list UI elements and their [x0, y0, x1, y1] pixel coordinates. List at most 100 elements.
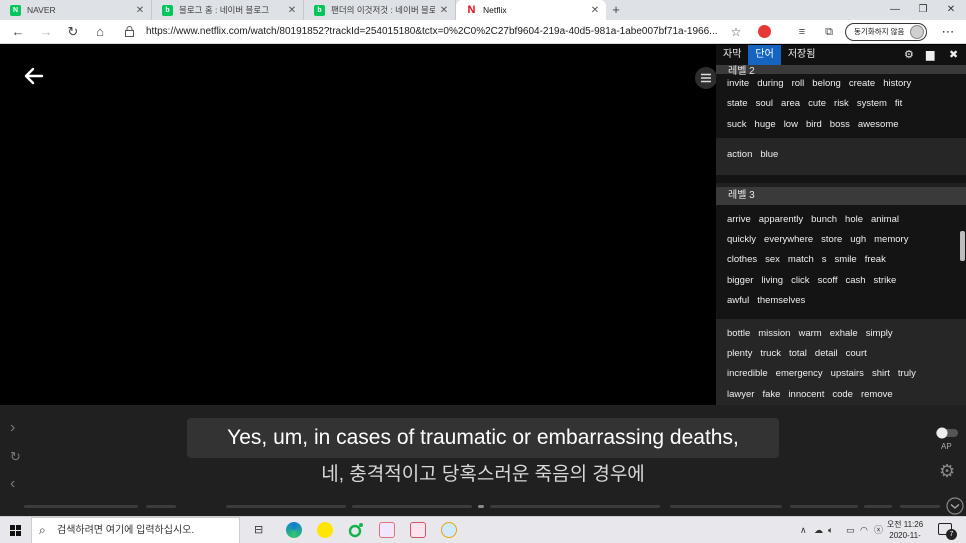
timeline-segment[interactable] [226, 505, 346, 508]
timeline-current-marker[interactable] [478, 505, 484, 508]
word[interactable]: low [784, 119, 798, 130]
word[interactable]: boss [830, 119, 850, 130]
extension-icon[interactable] [758, 25, 771, 38]
close-tab-icon[interactable]: ✕ [590, 5, 600, 16]
timeline-segment[interactable] [900, 505, 940, 508]
word[interactable]: truck [760, 348, 781, 359]
close-window-icon[interactable]: ✕ [936, 0, 966, 20]
word[interactable]: cute [808, 98, 826, 109]
word[interactable]: smile [835, 254, 857, 265]
word[interactable]: belong [812, 78, 841, 89]
word[interactable]: innocent [788, 389, 824, 400]
taskbar-search-box[interactable]: ⌕ 검색하려면 여기에 입력하십시오. [31, 517, 240, 543]
tab-netflix[interactable]: N Netflix ✕ [456, 0, 606, 20]
word[interactable]: exhale [830, 328, 858, 339]
word[interactable]: area [781, 98, 800, 109]
word[interactable]: living [761, 275, 783, 286]
word[interactable]: create [849, 78, 875, 89]
close-panel-icon[interactable]: ✖ [949, 45, 958, 65]
kakaotalk-icon[interactable] [317, 522, 333, 538]
more-icon[interactable]: ⋯ [938, 20, 958, 44]
word[interactable]: bird [806, 119, 822, 130]
settings-gear-icon[interactable]: ⚙ [939, 461, 955, 482]
timeline-segment[interactable] [790, 505, 858, 508]
word[interactable]: code [832, 389, 853, 400]
tab-panda-blog[interactable]: b 팬더의 이것저것 : 네이버 블로그 ✕ [304, 0, 456, 20]
word[interactable]: strike [874, 275, 897, 286]
word[interactable]: quickly [727, 234, 756, 245]
word[interactable]: awful [727, 295, 749, 306]
battery-icon[interactable]: ▭ [846, 517, 855, 543]
expand-chevron-icon[interactable] [946, 497, 964, 515]
close-tab-icon[interactable]: ✕ [439, 5, 449, 16]
volume-icon[interactable]: 🔈︎ [828, 517, 833, 543]
word[interactable]: huge [755, 119, 776, 130]
timeline-segment[interactable] [24, 505, 138, 508]
word[interactable]: bigger [727, 275, 753, 286]
word[interactable]: themselves [757, 295, 805, 306]
word[interactable]: detail [815, 348, 838, 359]
tray-chevron-icon[interactable]: ∧ [800, 517, 807, 543]
word[interactable]: bottle [727, 328, 750, 339]
word[interactable]: blue [760, 149, 778, 160]
word[interactable]: action [727, 149, 752, 160]
word[interactable]: risk [834, 98, 849, 109]
word[interactable]: awesome [858, 119, 899, 130]
word[interactable]: click [791, 275, 809, 286]
panel-scrollbar[interactable] [960, 231, 965, 261]
tab-naver[interactable]: N NAVER ✕ [0, 0, 152, 20]
timeline-segment[interactable] [146, 505, 176, 508]
word[interactable]: soul [756, 98, 773, 109]
word[interactable]: shirt [872, 368, 890, 379]
word[interactable]: lawyer [727, 389, 754, 400]
edge-icon[interactable] [286, 522, 302, 538]
word[interactable]: simply [866, 328, 893, 339]
tab-subtitles[interactable]: 자막 [716, 45, 748, 65]
word[interactable]: apparently [759, 214, 803, 225]
maximize-icon[interactable]: ❐ [908, 0, 938, 20]
minimize-icon[interactable]: — [880, 0, 910, 20]
repeat-icon[interactable]: ↻ [10, 449, 21, 465]
taskbar-clock[interactable]: 오전 11:26 2020-11-08 [885, 519, 925, 543]
word[interactable]: during [757, 78, 783, 89]
previous-chevron-icon[interactable]: ‹ [10, 475, 15, 493]
tab-blog-home[interactable]: b 블로그 홈 : 네이버 블로그 ✕ [152, 0, 304, 20]
back-icon[interactable]: ← [8, 20, 28, 44]
timeline-segment[interactable] [670, 505, 782, 508]
word[interactable]: suck [727, 119, 747, 130]
word[interactable]: cash [845, 275, 865, 286]
word[interactable]: plenty [727, 348, 752, 359]
tab-words[interactable]: 단어 [748, 45, 781, 65]
word[interactable]: truly [898, 368, 916, 379]
word[interactable]: emergency [776, 368, 823, 379]
korean-subtitle[interactable]: 네, 충격적이고 당혹스러운 죽음의 경우에 [187, 462, 779, 488]
next-chevron-icon[interactable]: › [10, 419, 15, 437]
wifi-icon[interactable]: ◠ [860, 517, 868, 543]
onedrive-icon[interactable]: ☁ [814, 517, 823, 543]
back-arrow-icon[interactable] [24, 67, 44, 85]
favorites-list-icon[interactable]: ≡ [792, 20, 812, 44]
snip-tool-icon[interactable] [410, 522, 426, 538]
word[interactable]: incredible [727, 368, 768, 379]
word[interactable]: scoff [818, 275, 838, 286]
word[interactable]: animal [871, 214, 899, 225]
hamburger-menu-icon[interactable] [695, 67, 717, 89]
word[interactable]: sex [765, 254, 780, 265]
close-tab-icon[interactable]: ✕ [135, 5, 145, 16]
word[interactable]: bunch [811, 214, 837, 225]
word[interactable]: roll [792, 78, 805, 89]
word[interactable]: memory [874, 234, 908, 245]
word[interactable]: freak [865, 254, 886, 265]
timeline-segment[interactable] [352, 505, 472, 508]
word[interactable]: remove [861, 389, 893, 400]
word[interactable]: fake [762, 389, 780, 400]
word[interactable]: ugh [850, 234, 866, 245]
timeline-segment[interactable] [864, 505, 892, 508]
address-bar[interactable]: https://www.netflix.com/watch/80191852?t… [146, 20, 726, 44]
timeline-segment[interactable] [490, 505, 660, 508]
word[interactable]: state [727, 98, 748, 109]
word[interactable]: clothes [727, 254, 757, 265]
forward-icon[interactable]: → [36, 20, 56, 44]
word[interactable]: hole [845, 214, 863, 225]
refresh-icon[interactable]: ↻ [63, 20, 83, 44]
